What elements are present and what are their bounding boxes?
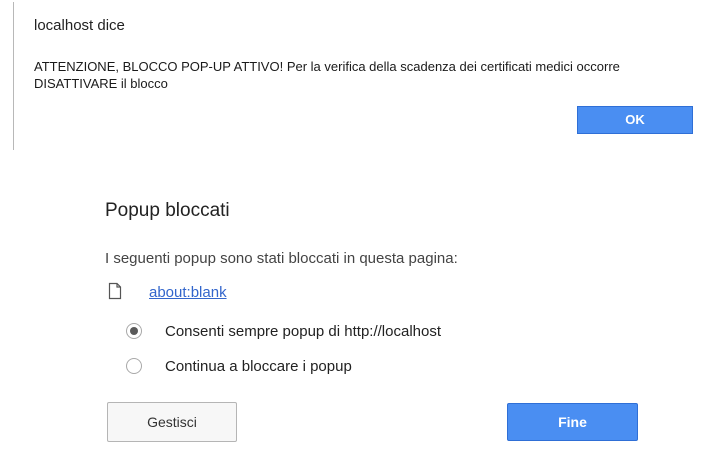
manage-button[interactable]: Gestisci [107,402,237,442]
radio-button-checked[interactable] [126,323,142,339]
ok-button[interactable]: OK [577,106,693,134]
bubble-description: I seguenti popup sono stati bloccati in … [105,250,458,267]
radio-allow-popups[interactable]: Consenti sempre popup di http://localhos… [126,320,441,342]
radio-keep-blocking[interactable]: Continua a bloccare i popup [126,355,352,377]
done-button[interactable]: Fine [507,403,638,441]
blocked-popup-link[interactable]: about:blank [149,284,227,301]
alert-dialog: localhost dice ATTENZIONE, BLOCCO POP-UP… [0,0,718,152]
radio-allow-label: Consenti sempre popup di http://localhos… [165,322,441,340]
radio-button-unchecked[interactable] [126,358,142,374]
radio-block-label: Continua a bloccare i popup [165,357,352,375]
alert-border [13,2,14,150]
popup-blocked-bubble: Popup bloccati I seguenti popup sono sta… [86,178,646,453]
alert-title: localhost dice [34,17,125,34]
alert-message: ATTENZIONE, BLOCCO POP-UP ATTIVO! Per la… [34,59,620,91]
page-icon [108,282,122,300]
radio-dot [130,327,138,335]
bubble-title: Popup bloccati [105,200,230,221]
